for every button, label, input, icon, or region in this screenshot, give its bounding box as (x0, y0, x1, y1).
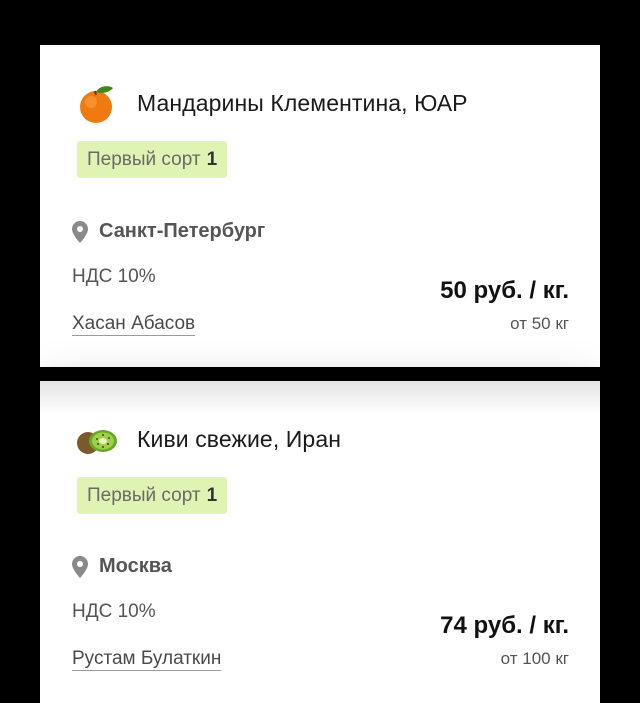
grade-badge: Первый сорт 1 (77, 477, 228, 514)
city-name: Санкт-Петербург (99, 220, 266, 242)
tangerine-icon (76, 83, 118, 125)
vat-label: НДС 10% (72, 266, 156, 287)
product-title[interactable]: Мандарины Клементина, ЮАР (137, 90, 468, 117)
grade-badge: Первый сорт 1 (77, 141, 228, 178)
product-title[interactable]: Киви свежие, Иран (137, 426, 341, 453)
min-quantity: от 50 кг (510, 314, 569, 333)
city-name: Москва (99, 555, 172, 577)
vat-label: НДС 10% (72, 601, 156, 622)
kiwi-icon (76, 419, 118, 461)
location-pin-icon (72, 555, 88, 578)
offer-card[interactable]: Киви свежие, Иран Первый сорт 1 Москва Н… (40, 381, 600, 703)
price: 50 руб. / кг. (440, 277, 569, 304)
location-pin-icon (72, 220, 88, 243)
grade-number: 1 (206, 148, 218, 170)
price: 74 руб. / кг. (440, 612, 569, 639)
grade-label: Первый сорт (87, 484, 201, 506)
grade-number: 1 (206, 484, 218, 506)
offer-card[interactable]: Мандарины Клементина, ЮАР Первый сорт 1 … (40, 45, 600, 367)
location: Москва (72, 555, 172, 578)
location: Санкт-Петербург (72, 220, 265, 243)
min-quantity: от 100 кг (500, 649, 569, 668)
seller-link[interactable]: Хасан Абасов (72, 313, 195, 335)
seller-link[interactable]: Рустам Булаткин (72, 648, 221, 670)
card-shadow-divider (40, 381, 600, 415)
grade-label: Первый сорт (87, 148, 201, 170)
